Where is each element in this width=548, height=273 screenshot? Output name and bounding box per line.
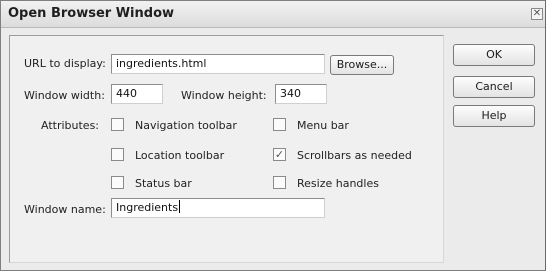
window-width-label: Window width: bbox=[24, 89, 105, 102]
ok-button[interactable]: OK bbox=[453, 44, 535, 66]
resize-handles-label: Resize handles bbox=[297, 177, 379, 190]
navigation-toolbar-label: Navigation toolbar bbox=[135, 119, 237, 132]
help-button[interactable]: Help bbox=[453, 105, 535, 127]
window-name-input[interactable]: Ingredients bbox=[111, 198, 325, 218]
dialog-title: Open Browser Window bbox=[8, 6, 175, 21]
check-icon: ✓ bbox=[274, 148, 285, 161]
text-caret bbox=[179, 200, 181, 213]
resize-handles-checkbox[interactable] bbox=[273, 176, 286, 189]
status-bar-checkbox[interactable] bbox=[111, 176, 124, 189]
scrollbars-as-needed-checkbox[interactable]: ✓ bbox=[273, 148, 286, 161]
cancel-button[interactable]: Cancel bbox=[453, 76, 535, 98]
location-toolbar-checkbox[interactable] bbox=[111, 148, 124, 161]
location-toolbar-label: Location toolbar bbox=[135, 149, 225, 162]
scrollbars-as-needed-label: Scrollbars as needed bbox=[297, 149, 412, 162]
url-label: URL to display: bbox=[24, 57, 106, 70]
window-name-label: Window name: bbox=[24, 203, 106, 216]
window-height-label: Window height: bbox=[181, 89, 267, 102]
window-width-input[interactable]: 440 bbox=[111, 84, 163, 104]
title-bar: Open Browser Window ✕ bbox=[1, 1, 545, 28]
navigation-toolbar-checkbox[interactable] bbox=[111, 118, 124, 131]
window-height-input[interactable]: 340 bbox=[275, 84, 327, 104]
form-panel: URL to display: ingredients.html Browse.… bbox=[9, 35, 444, 263]
close-icon[interactable]: ✕ bbox=[531, 8, 543, 20]
attributes-label: Attributes: bbox=[41, 119, 100, 132]
browse-button[interactable]: Browse... bbox=[330, 55, 394, 75]
window-name-value: Ingredients bbox=[116, 201, 179, 214]
open-browser-window-dialog: Open Browser Window ✕ URL to display: in… bbox=[0, 0, 546, 271]
menu-bar-label: Menu bar bbox=[297, 119, 349, 132]
status-bar-label: Status bar bbox=[135, 177, 192, 190]
menu-bar-checkbox[interactable] bbox=[273, 118, 286, 131]
url-input[interactable]: ingredients.html bbox=[111, 54, 325, 74]
